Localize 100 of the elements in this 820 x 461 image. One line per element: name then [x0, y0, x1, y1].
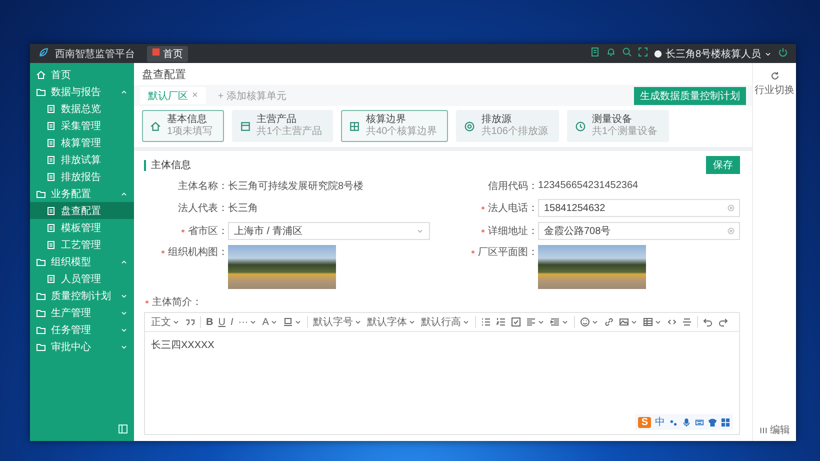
bullet-list-icon[interactable] [480, 317, 491, 327]
sidebar-item[interactable]: 模板管理 [30, 219, 134, 236]
checkbox-icon[interactable] [510, 317, 521, 327]
sidebar-item[interactable]: 数据与报告 [30, 83, 134, 100]
toolbar-button[interactable]: 默认字号 [312, 315, 362, 329]
quote-icon[interactable] [185, 317, 195, 327]
code-icon[interactable] [666, 317, 677, 327]
document-icon [46, 222, 56, 232]
rich-text-editor[interactable]: 正文 B U I ··· A 默认字号 默认字体 默认行高 长三四XXXXX S 中 [144, 312, 740, 435]
sidebar-item[interactable]: 排放试算 [30, 151, 134, 168]
sidebar-item[interactable]: 审批中心 [30, 338, 134, 355]
toolbar-button[interactable]: ··· [238, 316, 258, 328]
sidebar-item[interactable]: 盘查配置 [30, 202, 134, 219]
table-icon[interactable] [642, 317, 653, 327]
refresh-icon [770, 71, 780, 81]
edit-button[interactable]: 编辑 [759, 423, 790, 437]
unit-tab[interactable]: 默认厂区 × [140, 87, 206, 104]
sidebar-item[interactable]: 工艺管理 [30, 236, 134, 253]
step-card[interactable]: 排放源 共106个排放源 [456, 110, 559, 142]
sidebar-item[interactable]: 排放报告 [30, 168, 134, 185]
numbered-list-icon[interactable] [496, 317, 506, 327]
document-icon [46, 138, 56, 148]
redo-icon[interactable] [718, 317, 728, 327]
step-subtitle: 共1个主营产品 [256, 126, 322, 138]
document-icon [46, 240, 56, 250]
industry-switch-button[interactable]: 行业切换 [754, 71, 794, 97]
step-title: 排放源 [481, 114, 512, 126]
folder-icon [36, 86, 46, 96]
search-icon[interactable] [622, 47, 632, 57]
toolbar-button[interactable]: 默认行高 [420, 315, 470, 329]
field-value: 长三角 [228, 202, 258, 215]
ime-mode[interactable]: 中 [655, 415, 665, 429]
sidebar-item[interactable]: 业务配置 [30, 185, 134, 202]
step-card[interactable]: 核算边界 共40个核算边界 [341, 110, 448, 142]
step-title: 主营产品 [256, 114, 298, 126]
underline-button[interactable]: U [218, 316, 226, 328]
image-icon[interactable] [618, 317, 629, 327]
sidebar-item[interactable]: 组织模型 [30, 253, 134, 270]
input-field[interactable]: 金霞公路708号 [538, 222, 740, 240]
input-field[interactable]: 15841254632 [538, 199, 740, 217]
smiley-icon[interactable] [580, 317, 590, 327]
generate-plan-button[interactable]: 生成数据质量控制计划 [634, 86, 746, 104]
select-field[interactable]: 上海市 / 青浦区 [228, 222, 430, 240]
sidebar-item[interactable]: 数据总览 [30, 100, 134, 117]
grid-icon [759, 426, 768, 434]
sidebar-item[interactable]: 核算管理 [30, 134, 134, 151]
bold-button[interactable]: B [206, 316, 214, 328]
document-icon [46, 172, 56, 182]
sidebar-item[interactable]: 生产管理 [30, 304, 134, 321]
step-title: 核算边界 [366, 114, 408, 126]
field-value: 长三角可持续发展研究院8号楼 [228, 180, 364, 192]
fullscreen-icon[interactable] [638, 47, 648, 57]
collapse-icon[interactable] [118, 424, 128, 434]
align-icon[interactable] [526, 317, 536, 327]
document-icon [46, 274, 56, 284]
link-icon[interactable] [604, 317, 614, 327]
sidebar-item[interactable]: 人员管理 [30, 270, 134, 287]
document-icon [46, 104, 56, 114]
field-label: 详细地址： [488, 224, 538, 238]
document-icon[interactable] [590, 47, 600, 57]
close-icon[interactable]: × [192, 90, 198, 101]
toolbar-button[interactable]: A [262, 316, 278, 328]
sidebar-item[interactable]: 首页 [30, 66, 134, 83]
punctuation-icon[interactable] [669, 418, 678, 426]
shirt-icon[interactable] [708, 418, 717, 426]
header-tab[interactable]: 首页 [147, 46, 188, 62]
italic-button[interactable]: I [230, 316, 234, 328]
toolbar-button[interactable]: 默认字体 [366, 315, 416, 329]
document-icon [46, 120, 56, 130]
field-label: 法人电话： [488, 202, 538, 215]
user-menu[interactable]: 长三角8号楼核算人员 [654, 46, 772, 60]
microphone-icon[interactable] [682, 418, 691, 426]
ime-logo: S [638, 416, 651, 428]
undo-icon[interactable] [702, 317, 713, 327]
caret-icon [416, 227, 424, 235]
grid-icon [349, 120, 360, 132]
unit-tab[interactable]: + 添加核算单元 [210, 87, 294, 104]
sidebar-item[interactable]: 任务管理 [30, 321, 134, 338]
indent-icon[interactable] [550, 317, 560, 327]
avatar-icon [654, 50, 662, 58]
toolbar-button[interactable]: 正文 [151, 315, 180, 329]
folder-icon [36, 256, 46, 266]
step-card[interactable]: 主营产品 共1个主营产品 [232, 110, 334, 142]
step-subtitle: 共106个排放源 [481, 126, 548, 138]
apps-icon[interactable] [721, 418, 730, 426]
sidebar-item[interactable]: 质量控制计划 [30, 287, 134, 304]
step-card[interactable]: 测量设备 共1个测量设备 [566, 110, 668, 142]
sidebar-item[interactable]: 采集管理 [30, 117, 134, 134]
step-subtitle: 共1个测量设备 [592, 126, 658, 138]
editor-text: 长三四XXXXX [150, 338, 216, 353]
save-button[interactable]: 保存 [706, 156, 740, 174]
power-icon[interactable] [778, 47, 788, 57]
field-label: 厂区平面图： [478, 246, 538, 259]
section-title: 主体信息 [144, 160, 191, 170]
keyboard-icon[interactable] [695, 418, 704, 426]
horizontal-rule-icon[interactable] [682, 317, 692, 327]
target-icon [464, 120, 476, 132]
bell-icon[interactable] [606, 47, 616, 57]
step-title: 测量设备 [592, 114, 633, 126]
step-card[interactable]: 基本信息 1项未填写 [142, 110, 224, 142]
